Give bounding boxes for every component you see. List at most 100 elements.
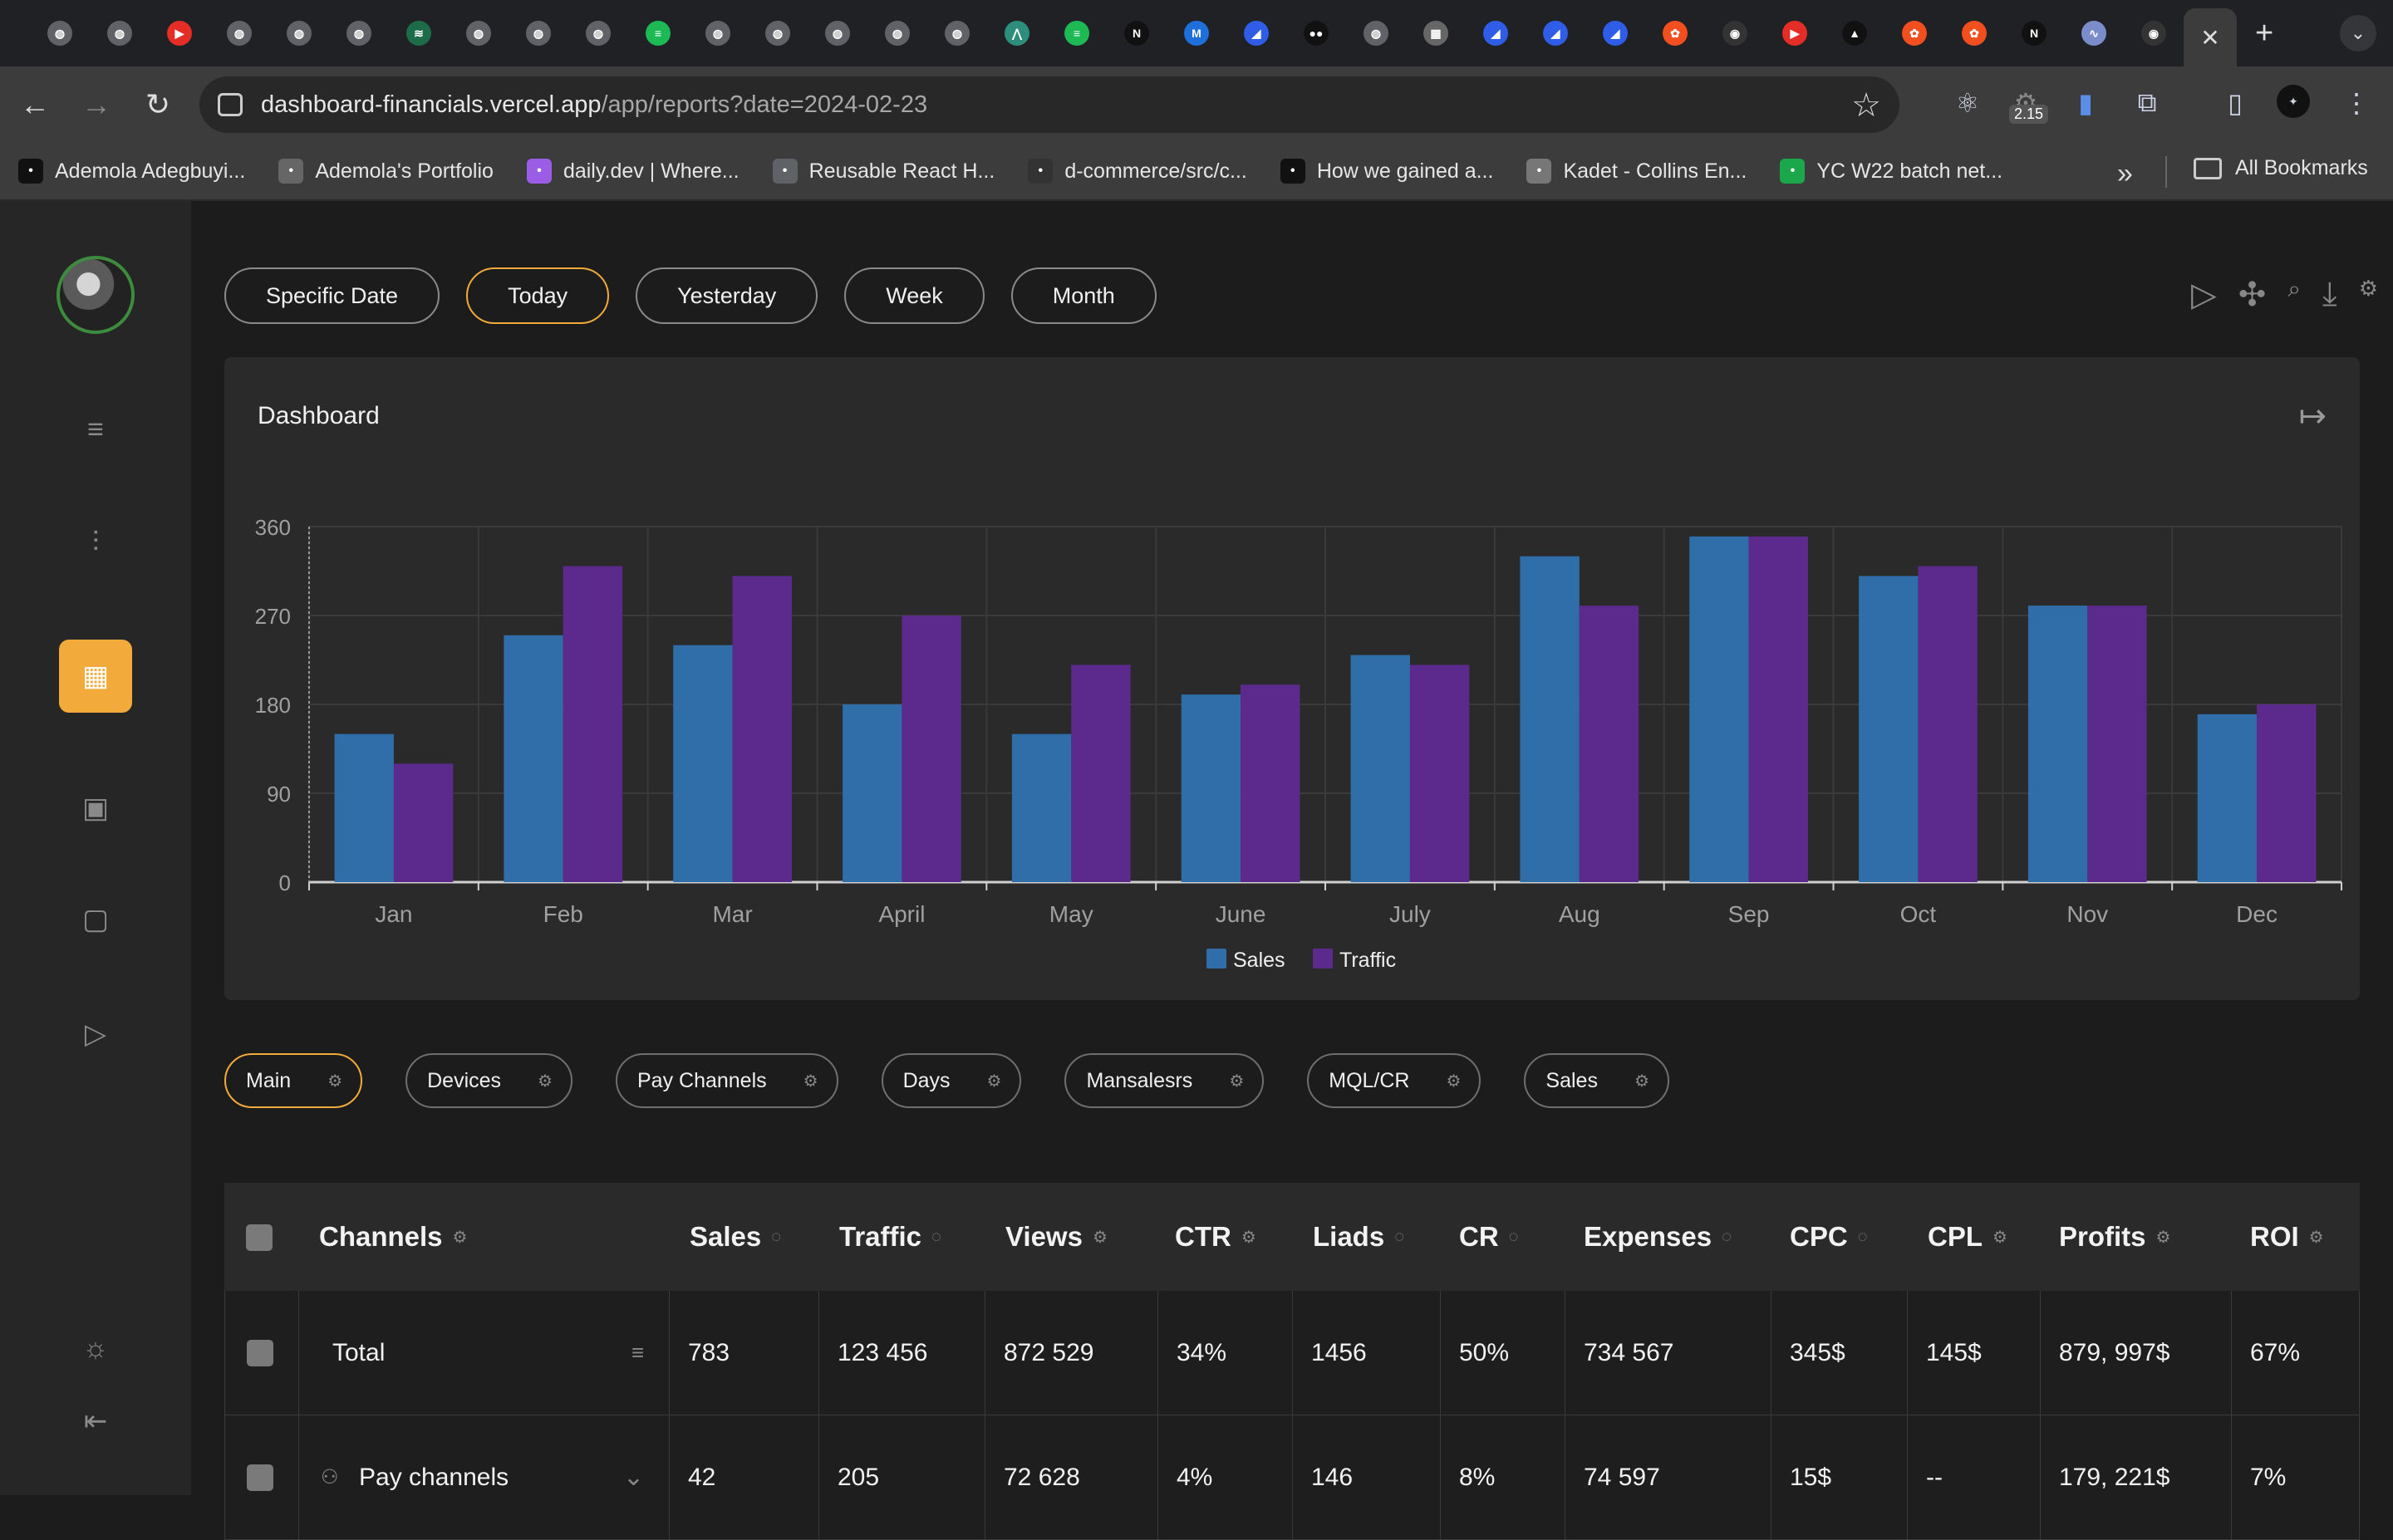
filter-week[interactable]: Week: [844, 267, 985, 324]
browser-tab[interactable]: ◍: [808, 7, 867, 60]
chevron-down-icon[interactable]: ⌄: [623, 1463, 644, 1492]
report-tab-mql-cr[interactable]: MQL/CR ⚙: [1307, 1053, 1481, 1108]
filter-icon[interactable]: ≡: [631, 1340, 644, 1366]
site-info-icon[interactable]: [218, 93, 243, 116]
column-header-profits[interactable]: Profits ⚙: [2059, 1221, 2170, 1253]
react-devtools-icon[interactable]: ⚛: [1949, 85, 1986, 121]
report-tab-pay-channels[interactable]: Pay Channels ⚙: [615, 1053, 838, 1108]
browser-tab[interactable]: N: [1107, 7, 1167, 60]
browser-tab[interactable]: ◍: [568, 7, 628, 60]
gear-icon[interactable]: ⚙: [803, 1071, 818, 1091]
gear-icon[interactable]: ⚙: [453, 1227, 468, 1248]
browser-tab[interactable]: ◍: [688, 7, 748, 60]
gear-icon[interactable]: ⚙: [987, 1071, 1002, 1091]
bookmark-item[interactable]: • Ademola Adegbuyi...: [18, 159, 245, 184]
play-icon[interactable]: ▷: [75, 1013, 116, 1055]
address-bar[interactable]: dashboard-financials.vercel.app/app/repo…: [199, 76, 1899, 133]
puzzle-icon[interactable]: ⧉: [2129, 85, 2165, 121]
collapse-sidebar-icon[interactable]: ⇤: [75, 1400, 116, 1442]
bookmark-item[interactable]: • How we gained a...: [1280, 159, 1493, 184]
browser-tab[interactable]: ◢: [1526, 7, 1585, 60]
browser-tab[interactable]: ◍: [509, 7, 568, 60]
info-icon[interactable]: ◌: [771, 1228, 781, 1247]
browser-tab[interactable]: ◍: [449, 7, 509, 60]
info-icon[interactable]: ◌: [1858, 1228, 1868, 1247]
browser-tab[interactable]: ≡: [628, 7, 688, 60]
report-tab-main[interactable]: Main ⚙: [224, 1053, 363, 1108]
theme-sun-icon[interactable]: ☼: [75, 1327, 116, 1369]
chat-icon[interactable]: ▢: [75, 899, 116, 940]
play-icon[interactable]: ▷: [2191, 276, 2217, 314]
info-icon[interactable]: ◌: [931, 1228, 941, 1247]
browser-tab[interactable]: ◍: [90, 7, 150, 60]
report-tab-devices[interactable]: Devices ⚙: [405, 1053, 572, 1108]
gear-icon[interactable]: ⚙: [2359, 276, 2378, 314]
column-header-views[interactable]: Views ⚙: [1005, 1221, 1108, 1253]
bookmark-item[interactable]: • Ademola's Portfolio: [278, 159, 494, 184]
browser-tab[interactable]: ✿: [1884, 7, 1944, 60]
docs-extension-icon[interactable]: ▮: [2067, 85, 2104, 121]
column-header-ctr[interactable]: CTR ⚙: [1175, 1221, 1256, 1253]
gear-icon[interactable]: ⚙: [1093, 1227, 1108, 1248]
calendar-icon[interactable]: ▣: [75, 787, 116, 829]
bookmark-item[interactable]: • YC W22 batch net...: [1780, 159, 2002, 184]
browser-tab[interactable]: ◍: [269, 7, 329, 60]
browser-tab[interactable]: ◍: [1346, 7, 1406, 60]
forward-button[interactable]: →: [70, 78, 123, 131]
profile-avatar-icon[interactable]: ✦: [2277, 85, 2310, 118]
browser-tab[interactable]: ◉: [2124, 7, 2184, 60]
column-header-roi[interactable]: ROI ⚙: [2250, 1221, 2324, 1253]
browser-tab[interactable]: N: [2004, 7, 2064, 60]
menu-kebab-icon[interactable]: ⋮: [2338, 85, 2375, 121]
bookmark-item[interactable]: • d-commerce/src/c...: [1028, 159, 1247, 184]
browser-tab[interactable]: ◢: [1585, 7, 1645, 60]
column-header-channels[interactable]: Channels ⚙: [319, 1221, 467, 1253]
browser-tab[interactable]: ▶: [1765, 7, 1825, 60]
browser-tab[interactable]: ▲: [1825, 7, 1884, 60]
gear-icon[interactable]: ⚙: [2309, 1227, 2324, 1248]
browser-tab[interactable]: ◢: [1226, 7, 1286, 60]
column-header-liads[interactable]: Liads ◌: [1313, 1221, 1404, 1253]
browser-tab[interactable]: ◍: [30, 7, 90, 60]
bookmark-item[interactable]: • Kadet - Collins En...: [1526, 159, 1747, 184]
download-icon[interactable]: ⤓: [2322, 276, 2337, 314]
info-icon[interactable]: ◌: [1509, 1228, 1519, 1247]
browser-tab[interactable]: ◉: [1705, 7, 1765, 60]
gear-icon[interactable]: ⚙: [1993, 1227, 2007, 1248]
gear-icon[interactable]: ⚙: [327, 1071, 342, 1091]
user-avatar[interactable]: [57, 256, 135, 334]
gear-icon[interactable]: ⚙: [1634, 1071, 1649, 1091]
filter-yesterday[interactable]: Yesterday: [636, 267, 818, 324]
browser-tab[interactable]: ✿: [1645, 7, 1705, 60]
browser-tab[interactable]: ◍: [927, 7, 987, 60]
browser-tab[interactable]: ✿: [1944, 7, 2004, 60]
browser-tab[interactable]: ◍: [329, 7, 389, 60]
gear-icon[interactable]: ⚙: [538, 1071, 553, 1091]
reports-chart-icon[interactable]: ▦: [59, 640, 132, 713]
search-icon[interactable]: ⌕: [2287, 276, 2301, 314]
gear-icon[interactable]: ⚙: [1229, 1071, 1244, 1091]
filter-month[interactable]: Month: [1010, 267, 1157, 324]
browser-tab[interactable]: ◍: [748, 7, 808, 60]
report-tab-mansalesrs[interactable]: Mansalesrs ⚙: [1064, 1053, 1265, 1108]
browser-tab[interactable]: ∿: [2064, 7, 2124, 60]
all-bookmarks-button[interactable]: All Bookmarks: [2194, 156, 2368, 180]
side-panel-icon[interactable]: ▯: [2217, 85, 2253, 121]
column-header-cpc[interactable]: CPC ◌: [1790, 1221, 1868, 1253]
sliders-icon[interactable]: ⫶: [75, 522, 116, 563]
bookmark-star-icon[interactable]: ☆: [1851, 86, 1881, 125]
tab-search-button[interactable]: ⌄: [2340, 15, 2376, 51]
info-icon[interactable]: ◌: [1394, 1228, 1404, 1247]
column-header-cpl[interactable]: CPL ⚙: [1928, 1221, 2007, 1253]
row-checkbox[interactable]: [247, 1340, 273, 1366]
column-header-cr[interactable]: CR ◌: [1459, 1221, 1519, 1253]
puzzle-icon[interactable]: ✣: [2238, 276, 2267, 314]
filter-today[interactable]: Today: [466, 267, 610, 324]
browser-tab[interactable]: M: [1167, 7, 1226, 60]
gear-icon[interactable]: ⚙: [1446, 1071, 1461, 1091]
browser-tab[interactable]: ◢: [1466, 7, 1526, 60]
column-header-sales[interactable]: Sales ◌: [690, 1221, 781, 1253]
browser-tab[interactable]: ≡: [1047, 7, 1107, 60]
browser-tab[interactable]: ⋀: [987, 7, 1047, 60]
info-icon[interactable]: ◌: [1722, 1228, 1732, 1247]
